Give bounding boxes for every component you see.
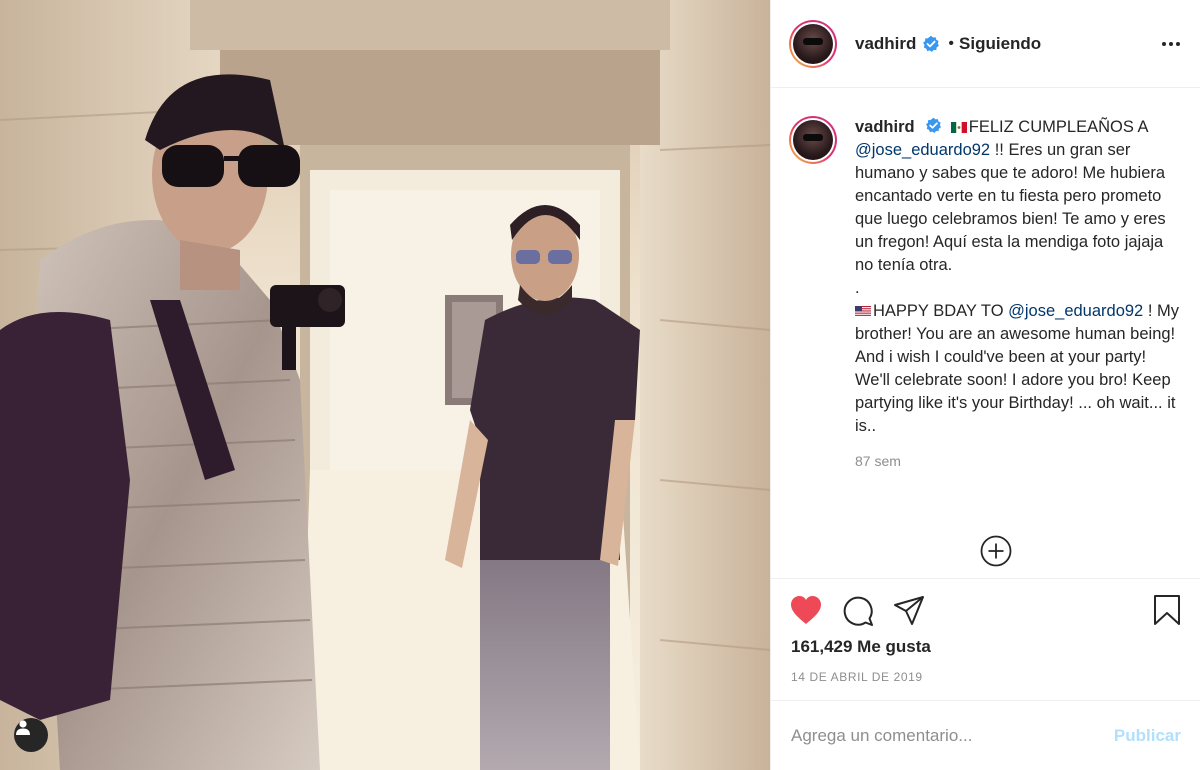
caption-separator: . xyxy=(855,279,860,297)
mexico-flag-icon xyxy=(950,122,967,133)
comment-input[interactable] xyxy=(791,725,1114,746)
more-options-icon[interactable] xyxy=(1161,34,1181,54)
post-image xyxy=(0,0,770,770)
caption-es-text: !! Eres un gran ser humano y sabes que t… xyxy=(855,141,1166,274)
caption-mention-en[interactable]: @jose_eduardo92 xyxy=(1008,302,1143,320)
post-header: vadhird • Siguiendo xyxy=(771,0,1200,88)
caption-username[interactable]: vadhird xyxy=(855,118,915,136)
post-date: 14 DE ABRIL DE 2019 xyxy=(791,670,923,684)
comment-bar: Publicar xyxy=(771,700,1200,770)
post-time-ago[interactable]: 87 sem xyxy=(855,450,1183,473)
comment-icon[interactable] xyxy=(842,595,874,627)
caption-area: vadhird FELIZ CUMPLEAÑOS A @jose_eduardo… xyxy=(771,88,1200,578)
post-panel: vadhird • Siguiendo vadhird FELIZ CUMPLE… xyxy=(770,0,1200,770)
separator-dot: • xyxy=(948,34,955,52)
bookmark-icon[interactable] xyxy=(1153,594,1181,626)
verified-badge-icon xyxy=(923,35,940,52)
usa-flag-icon xyxy=(855,306,871,317)
verified-badge-icon xyxy=(926,117,942,133)
caption-es-prefix: FELIZ CUMPLEAÑOS A xyxy=(968,118,1148,136)
caption: vadhird FELIZ CUMPLEAÑOS A @jose_eduardo… xyxy=(855,116,1183,578)
heart-icon[interactable] xyxy=(789,594,823,626)
caption-en-prefix: HAPPY BDAY TO xyxy=(873,302,1009,320)
paper-plane-icon[interactable] xyxy=(893,595,925,627)
caption-mention[interactable]: @jose_eduardo92 xyxy=(855,141,990,159)
publish-button[interactable]: Publicar xyxy=(1114,726,1181,746)
author-username[interactable]: vadhird xyxy=(855,34,916,54)
following-button[interactable]: Siguiendo xyxy=(959,34,1041,54)
likes-count[interactable]: 161,429 Me gusta xyxy=(791,637,931,657)
post-photo[interactable] xyxy=(0,0,770,770)
avatar[interactable] xyxy=(789,19,837,68)
caption-avatar[interactable] xyxy=(789,116,837,164)
post-actions: 161,429 Me gusta 14 DE ABRIL DE 2019 xyxy=(771,578,1200,698)
plus-circle-icon[interactable] xyxy=(980,535,1012,567)
caption-en-text: ! My brother! You are an awesome human b… xyxy=(855,302,1179,435)
user-tag-icon xyxy=(16,720,30,735)
user-tag-button[interactable] xyxy=(14,718,48,752)
